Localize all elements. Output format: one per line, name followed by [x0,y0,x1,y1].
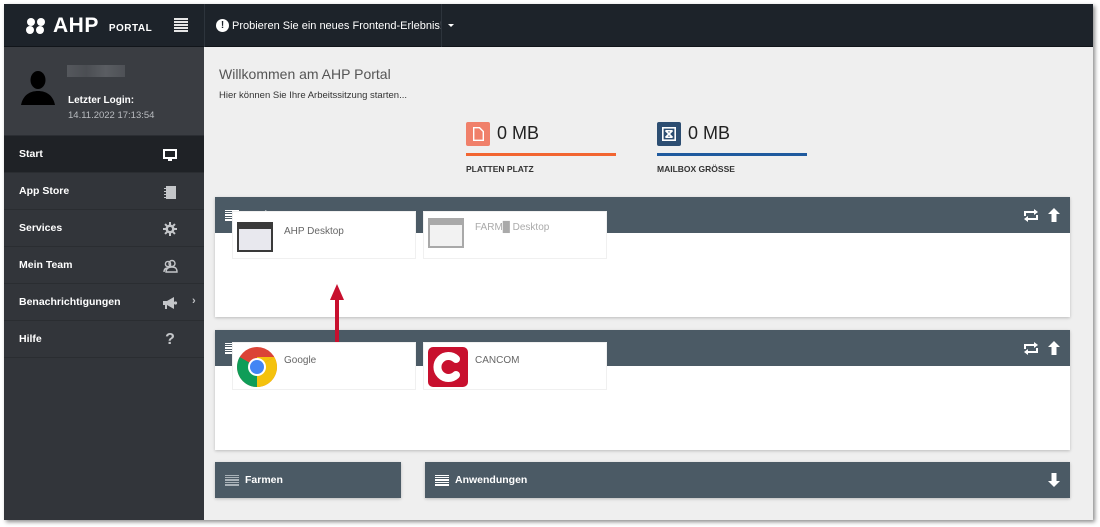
monitor-icon [162,147,178,163]
user-avatar-icon [21,71,55,105]
top-bar: AHP PORTAL ! Probieren Sie ein neues Fro… [4,4,1093,47]
weblink-tile-google[interactable]: Google [232,342,416,390]
page-title: Willkommen am AHP Portal [219,66,391,82]
question-icon: ? [165,331,175,348]
sidebar-item-label: Start [19,148,43,160]
panel-title: Farmen [245,474,283,486]
file-icon [466,122,490,146]
chrome-icon [237,347,277,387]
sidebar: Letzter Login: 14.11.2022 17:13:54 Start… [4,47,204,520]
main-content: Willkommen am AHP Portal Hier können Sie… [204,48,1093,520]
disk-space-value: 0 MB [497,123,540,143]
refresh-icon[interactable] [1023,341,1039,355]
disk-space-bar [466,153,616,156]
desktop-tile-farm[interactable]: FARM█ Desktop [423,211,607,259]
app-window: AHP PORTAL ! Probieren Sie ein neues Fro… [4,4,1093,520]
topbar-divider [441,4,442,47]
promo-label: Probieren Sie ein neues Frontend-Erlebni… [232,19,443,32]
anwendungen-panel: Anwendungen [425,462,1070,498]
brand-name: AHP [53,13,99,37]
farmen-panel-header[interactable]: Farmen [215,462,401,498]
mailbox-size-value: 0 MB [688,123,731,143]
sidebar-item-start[interactable]: Start [4,136,204,173]
farmen-panel: Farmen [215,462,401,498]
mailbox-size-label: MAILBOX GRÖSSE [657,164,735,174]
weblink-label: Google [284,355,317,366]
desktop-label: FARM█ Desktop [475,222,550,233]
page-subtitle: Hier können Sie Ihre Arbeitssitzung star… [219,90,407,101]
panel-title: Anwendungen [455,474,528,486]
expand-down-icon[interactable] [1048,473,1060,487]
last-login-time: 14.11.2022 17:13:54 [68,110,155,121]
desktop-window-icon [428,218,464,248]
annotation-arrow-icon [330,284,344,342]
chevron-right-icon[interactable]: › [192,295,196,307]
new-frontend-dropdown[interactable]: ! Probieren Sie ein neues Frontend-Erleb… [216,4,454,47]
weblinks-panel: Weblinks Google [215,330,1070,450]
book-icon [162,184,178,200]
sidebar-item-label: Benachrichtigungen [19,296,121,308]
user-panel: Letzter Login: 14.11.2022 17:13:54 [4,47,204,136]
desktop-label: AHP Desktop [284,226,344,237]
sidebar-item-label: App Store [19,185,70,197]
last-login-label: Letzter Login: [68,95,135,106]
sidebar-item-mein-team[interactable]: Mein Team [4,247,204,284]
mailbox-icon [657,122,681,146]
mailbox-size-bar [657,153,807,156]
sidebar-item-label: Hilfe [19,333,42,345]
team-icon [162,258,178,274]
sidebar-item-label: Services [19,222,63,234]
anwendungen-panel-header: Anwendungen [425,462,1070,498]
list-icon [435,474,449,486]
topbar-divider [204,4,205,47]
logo-dots-icon [26,17,46,34]
sidebar-item-label: Mein Team [19,259,73,271]
gear-icon [162,221,178,237]
desktop-window-icon [237,222,273,252]
menu-toggle-button[interactable] [174,18,188,32]
user-name-redacted [67,65,125,77]
list-icon [225,474,239,486]
collapse-up-icon[interactable] [1048,208,1060,222]
weblink-label: CANCOM [475,355,520,366]
collapse-up-icon[interactable] [1048,341,1060,355]
exclamation-circle-icon: ! [216,19,229,32]
disk-space-label: PLATTEN PLATZ [466,164,534,174]
megaphone-icon [162,295,178,311]
weblink-tile-cancom[interactable]: CANCOM [423,342,607,390]
sidebar-item-benachrichtigungen[interactable]: Benachrichtigungen › [4,284,204,321]
desktop-tile-ahp[interactable]: AHP Desktop [232,211,416,259]
sidebar-item-app-store[interactable]: App Store [4,173,204,210]
caret-down-icon [447,24,454,27]
sidebar-item-services[interactable]: Services [4,210,204,247]
refresh-icon[interactable] [1023,208,1039,222]
sidebar-item-hilfe[interactable]: Hilfe ? [4,321,204,358]
brand-subtitle: PORTAL [108,23,153,34]
cancom-icon [428,347,468,387]
